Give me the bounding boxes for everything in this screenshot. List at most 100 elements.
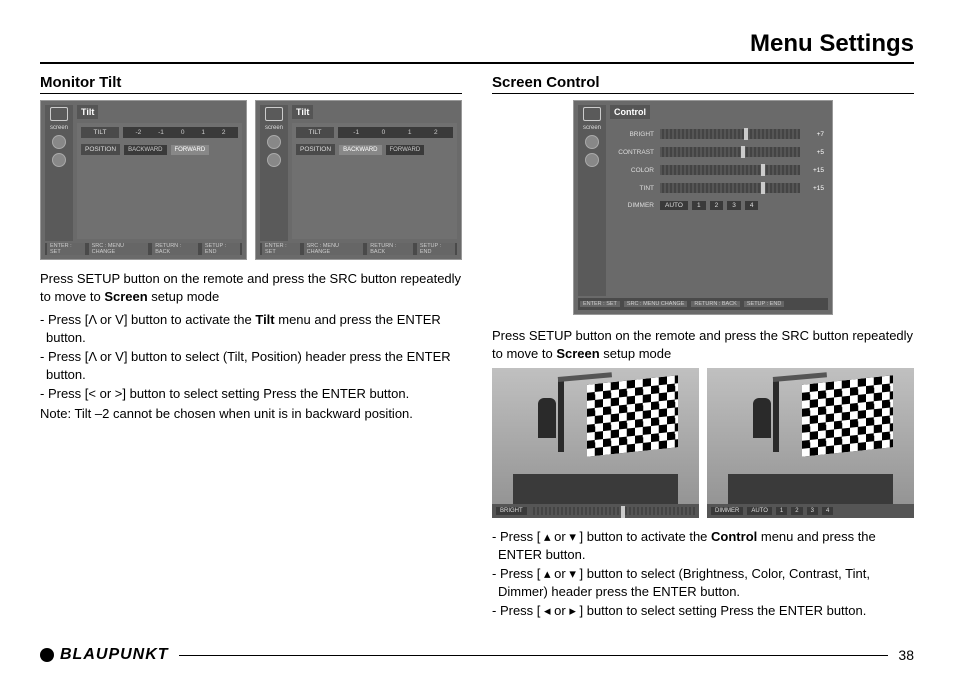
tint-slider: [660, 183, 800, 193]
contrast-value: +5: [804, 149, 824, 156]
foot-enter: ENTER : SET: [262, 243, 300, 255]
sidebar-label: screen: [583, 125, 601, 131]
shot-footer: ENTER : SET SRC : MENU CHANGE RETURN : B…: [45, 243, 242, 255]
tilt-v: -1: [158, 129, 164, 136]
text: or: [551, 566, 570, 581]
tilt-v: 0: [181, 129, 185, 136]
text: setup mode: [600, 346, 672, 361]
tilt-v: -1: [353, 129, 359, 136]
shot-footer: ENTER : SET SRC : MENU CHANGE RETURN : B…: [578, 298, 828, 310]
foot-src: SRC : MENU CHANGE: [624, 301, 687, 307]
foot-enter: ENTER : SET: [47, 243, 85, 255]
dimmer-label: DIMMER: [614, 202, 656, 209]
dimmer-opt: 3: [727, 201, 741, 210]
text: - Press [: [492, 529, 544, 544]
shot-sidebar: screen: [45, 105, 73, 241]
text: ] button to activate the: [576, 529, 711, 544]
tv-icon: [50, 107, 68, 121]
shot-body: TILT -1 0 1 2 POSITION BACKWARD FORWARD: [292, 123, 457, 239]
photo-dimmer: DIMMER AUTO 1 2 3 4: [707, 368, 914, 518]
dimmer-row: DIMMER AUTO 1 2 3 4: [614, 201, 824, 210]
control-screenshot: screen Control BRIGHT +7 CONTRAST +5 COL…: [573, 100, 833, 315]
control-intro: Press SETUP button on the remote and pre…: [492, 327, 914, 362]
sidebar-label: screen: [50, 125, 68, 131]
text-bold: Screen: [556, 346, 599, 361]
contrast-slider: [660, 147, 800, 157]
position-forward: FORWARD: [386, 145, 425, 155]
position-row: POSITION BACKWARD FORWARD: [81, 144, 238, 155]
contrast-label: CONTRAST: [614, 149, 656, 156]
arm: [558, 372, 612, 382]
tilt-row: TILT -2 -1 0 1 2: [81, 127, 238, 138]
checkered-photos: BRIGHT DIMMER AUTO 1 2 3 4: [492, 368, 914, 518]
tilt-screenshot-2: screen Tilt TILT -1 0 1 2: [255, 100, 462, 260]
shot-title: Tilt: [292, 105, 313, 119]
foot-return: RETURN : BACK: [152, 243, 198, 255]
sidebar-icon-1: [52, 135, 66, 149]
tilt-v: 2: [222, 129, 226, 136]
position-row: POSITION BACKWARD FORWARD: [296, 144, 453, 155]
shot-footer: ENTER : SET SRC : MENU CHANGE RETURN : B…: [260, 243, 457, 255]
control-step-3: - Press [ or ] button to select setting …: [498, 602, 914, 620]
photo-bar: DIMMER AUTO 1 2 3 4: [707, 504, 914, 518]
sidebar-icon-2: [585, 153, 599, 167]
tint-row: TINT +15: [614, 183, 824, 193]
position-backward: BACKWARD: [124, 145, 166, 155]
brand-dot-icon: [40, 648, 54, 662]
control-body: BRIGHT +7 CONTRAST +5 COLOR +15 TINT: [610, 123, 828, 294]
foot-enter: ENTER : SET: [580, 301, 620, 307]
foot-setup: SETUP : END: [202, 243, 240, 255]
left-column: Monitor Tilt screen Tilt TILT -2 -1: [40, 74, 462, 622]
page-number: 38: [898, 647, 914, 663]
pole: [558, 377, 564, 452]
position-label: POSITION: [296, 144, 335, 155]
photo-bright: BRIGHT: [492, 368, 699, 518]
position-backward: BACKWARD: [339, 145, 381, 155]
photo-slider: [531, 507, 695, 515]
tilt-step-2: - Press [Λ or V] button to select (Tilt,…: [46, 348, 462, 383]
text: or: [551, 529, 570, 544]
bright-slider: [660, 129, 800, 139]
dimmer-opt: 2: [710, 201, 724, 210]
color-row: COLOR +15: [614, 165, 824, 175]
brand-logo: BLAUPUNKT: [40, 646, 169, 664]
pole: [773, 377, 779, 452]
brand-text: BLAUPUNKT: [60, 646, 169, 664]
dim-opt: 2: [791, 507, 802, 515]
tilt-screenshots: screen Tilt TILT -2 -1 0 1 2: [40, 100, 462, 260]
dim-opt: 3: [807, 507, 818, 515]
text-bold: Control: [711, 529, 757, 544]
dim-opt: 4: [822, 507, 833, 515]
text: or: [551, 603, 570, 618]
sidebar-icon-1: [585, 135, 599, 149]
screen-control-heading: Screen Control: [492, 74, 914, 94]
checkered-flag-icon: [802, 375, 893, 457]
man: [753, 398, 771, 438]
control-step-1: - Press [ or ] button to activate the Co…: [498, 528, 914, 563]
text: setup mode: [148, 289, 220, 304]
position-label: POSITION: [81, 144, 120, 155]
text-bold: Screen: [104, 289, 147, 304]
foot-setup: SETUP : END: [417, 243, 455, 255]
photo-label: BRIGHT: [496, 507, 527, 515]
tilt-label: TILT: [296, 127, 334, 138]
monitor-tilt-heading: Monitor Tilt: [40, 74, 462, 94]
tilt-row: TILT -1 0 1 2: [296, 127, 453, 138]
foot-setup: SETUP : END: [744, 301, 784, 307]
sidebar-icon-2: [267, 153, 281, 167]
photo-label: DIMMER: [711, 507, 743, 515]
tilt-v: 2: [434, 129, 438, 136]
text-bold: Tilt: [255, 312, 274, 327]
tilt-note: Note: Tilt –2 cannot be chosen when unit…: [40, 405, 462, 423]
tint-value: +15: [804, 185, 824, 192]
tilt-values: -1 0 1 2: [338, 127, 453, 138]
foot-return: RETURN : BACK: [691, 301, 739, 307]
tilt-v: 1: [201, 129, 205, 136]
dimmer-opt: 4: [745, 201, 759, 210]
man: [538, 398, 556, 438]
tilt-label: TILT: [81, 127, 119, 138]
shot-title: Tilt: [77, 105, 98, 119]
text: - Press [Λ or V] button to activate the: [40, 312, 255, 327]
color-value: +15: [804, 167, 824, 174]
tv-icon: [265, 107, 283, 121]
